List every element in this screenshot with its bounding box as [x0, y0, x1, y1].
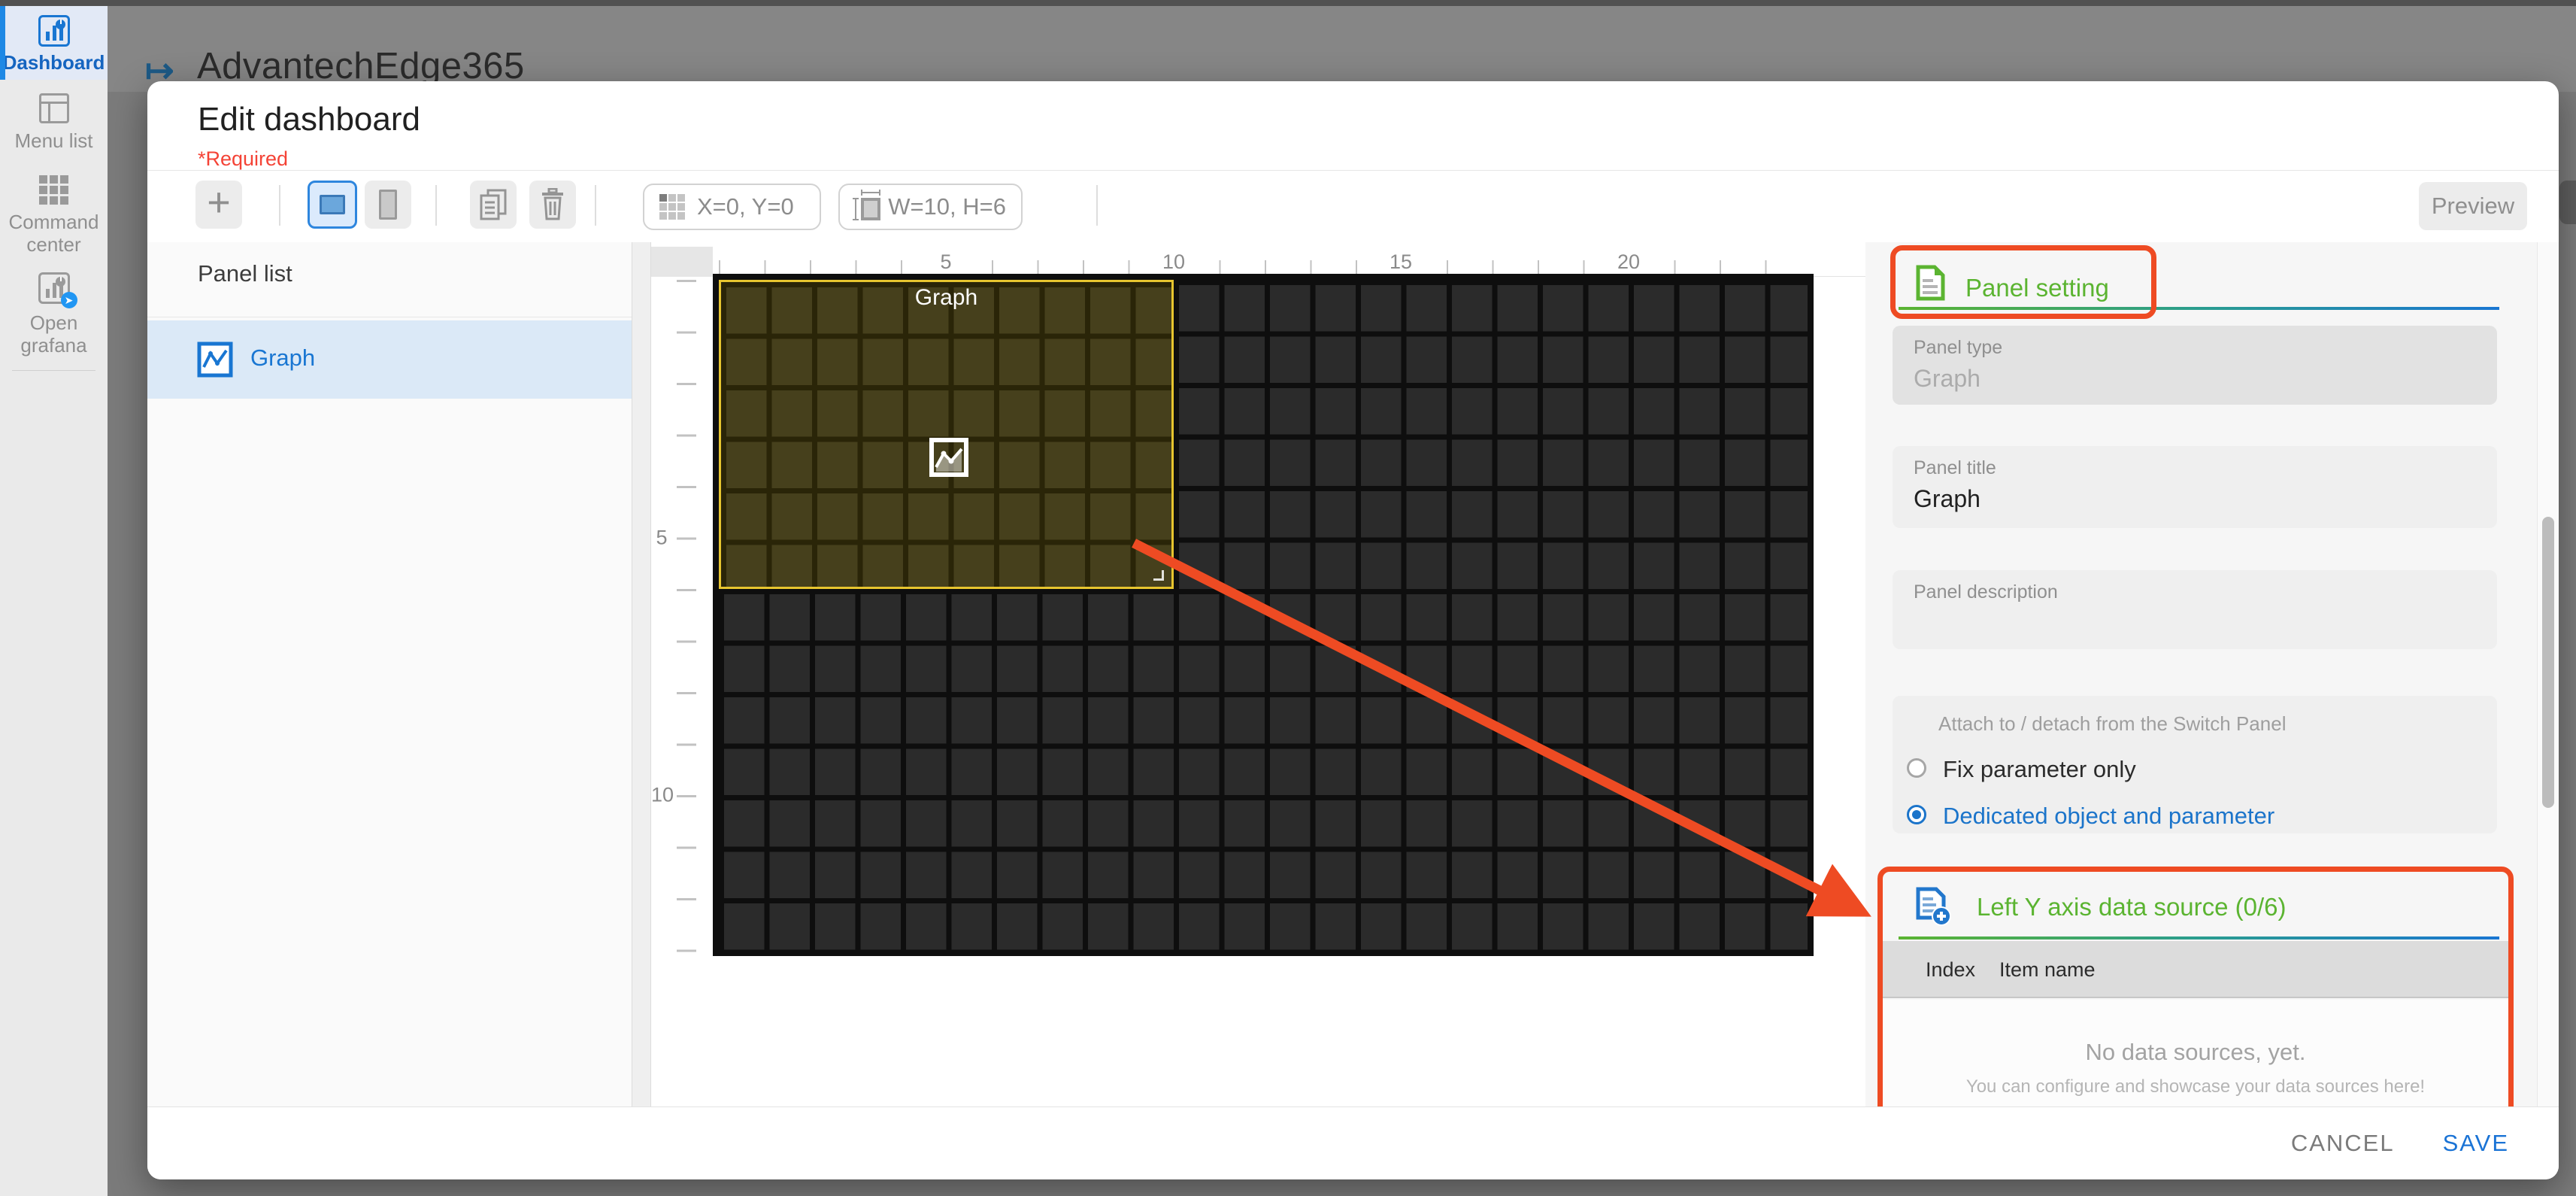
plus-icon: + [207, 182, 231, 223]
panel-description-field[interactable]: Panel description [1893, 570, 2497, 649]
panel-resize-handle[interactable] [1153, 570, 1164, 581]
dialog-title: Edit dashboard [198, 101, 420, 138]
sidebar-item-menu-list[interactable]: Menu list [0, 93, 108, 152]
ruler-corner [651, 247, 713, 277]
copy-icon [478, 188, 508, 221]
panel-list-column: Panel list Graph [147, 242, 632, 1106]
column-index: Index [1926, 941, 1975, 998]
panel-list-scroll-strip[interactable] [632, 242, 651, 1106]
preview-button[interactable]: Preview [2419, 182, 2527, 230]
column-item-name: Item name [1999, 941, 2096, 998]
share-arrow-badge-icon: ➤ [61, 292, 77, 308]
portrait-orientation-button[interactable] [365, 181, 411, 229]
panel-position-field[interactable]: X=0, Y=0 [643, 184, 821, 230]
panel-settings-sidebar: Panel setting Panel type Graph Panel tit… [1865, 242, 2537, 1106]
datasource-empty-state: No data sources, yet. You can configure … [1883, 1000, 2508, 1115]
datasource-table-header: Index Item name [1883, 941, 2508, 998]
annotation-box-panel-setting [1890, 245, 2156, 319]
dashboard-chart-icon [38, 15, 70, 47]
panel-list-item-label: Graph [250, 345, 315, 372]
menu-layout-icon [39, 93, 69, 123]
edit-dashboard-dialog: Edit dashboard *Required + X=0, Y=0 W [147, 81, 2559, 1179]
trash-icon [538, 188, 568, 221]
sidebar-divider [12, 370, 95, 371]
required-note: *Required [198, 147, 288, 171]
left-nav-sidebar: Dashboard Menu list Command center ➤ Ope… [0, 0, 108, 1196]
vertical-ruler: 5 10 [651, 280, 713, 1106]
duplicate-panel-button[interactable] [470, 181, 517, 229]
panel-list-item-graph[interactable]: Graph [147, 320, 632, 399]
radio-icon [1907, 758, 1926, 778]
add-panel-button[interactable]: + [195, 181, 242, 229]
header-divider [147, 170, 2559, 171]
datasource-title: Left Y axis data source (0/6) [1977, 893, 2287, 921]
add-datasource-doc-icon [1914, 887, 1952, 927]
graph-placeholder-icon [929, 437, 969, 478]
panel-type-field: Panel type Graph [1893, 326, 2497, 405]
toolbar-separator [1096, 185, 1098, 226]
cancel-button[interactable]: CANCEL [2291, 1130, 2395, 1157]
size-measure-icon [855, 192, 876, 222]
section-underline [1899, 936, 2499, 939]
attach-group-label: Attach to / detach from the Switch Panel [1938, 712, 2286, 736]
dialog-footer: CANCEL SAVE [147, 1106, 2559, 1179]
sidebar-item-command-center[interactable]: Command center [0, 175, 108, 256]
window-top-strip [0, 0, 2576, 6]
panel-size-field[interactable]: W=10, H=6 [838, 184, 1023, 230]
toolbar-separator [279, 185, 280, 226]
landscape-orientation-button[interactable] [308, 181, 357, 229]
sidebar-item-open-grafana[interactable]: ➤ Open grafana [0, 272, 108, 357]
scrollbar-thumb[interactable] [2542, 517, 2554, 808]
horizontal-ruler: 5 10 15 20 [651, 247, 1877, 277]
sidebar-item-dashboard[interactable]: Dashboard [0, 6, 108, 80]
settings-scrollbar[interactable] [2537, 242, 2559, 1106]
toolbar-separator [595, 185, 596, 226]
panel-title-field[interactable]: Panel title Graph [1893, 446, 2497, 528]
page-header-dimmed: ↦ AdvantechEdge365 [108, 6, 2576, 92]
save-button[interactable]: SAVE [2443, 1130, 2509, 1157]
attach-switch-panel-group: Attach to / detach from the Switch Panel… [1893, 696, 2497, 833]
grid-apps-icon [39, 175, 69, 205]
panel-list-title: Panel list [198, 260, 292, 287]
landscape-rect-icon [320, 195, 345, 214]
toolbar-separator [435, 185, 437, 226]
selected-graph-panel[interactable]: Graph [719, 280, 1174, 589]
sidebar-item-label: Dashboard [0, 51, 108, 74]
portrait-rect-icon [379, 190, 397, 220]
grid-position-icon [659, 194, 685, 220]
radio-selected-icon [1907, 805, 1926, 824]
line-chart-icon [197, 341, 233, 378]
dimmed-scrollbar-fragment [2559, 181, 2576, 224]
annotation-box-datasource: Left Y axis data source (0/6) Index Item… [1877, 867, 2514, 1120]
panel-caption: Graph [721, 285, 1171, 311]
position-value: X=0, Y=0 [697, 193, 794, 220]
size-value: W=10, H=6 [888, 193, 1006, 220]
delete-panel-button[interactable] [529, 181, 576, 229]
dashboard-grid-canvas: 5 10 15 20 5 10 Graph [651, 242, 1877, 1106]
active-indicator-bar [0, 6, 5, 80]
